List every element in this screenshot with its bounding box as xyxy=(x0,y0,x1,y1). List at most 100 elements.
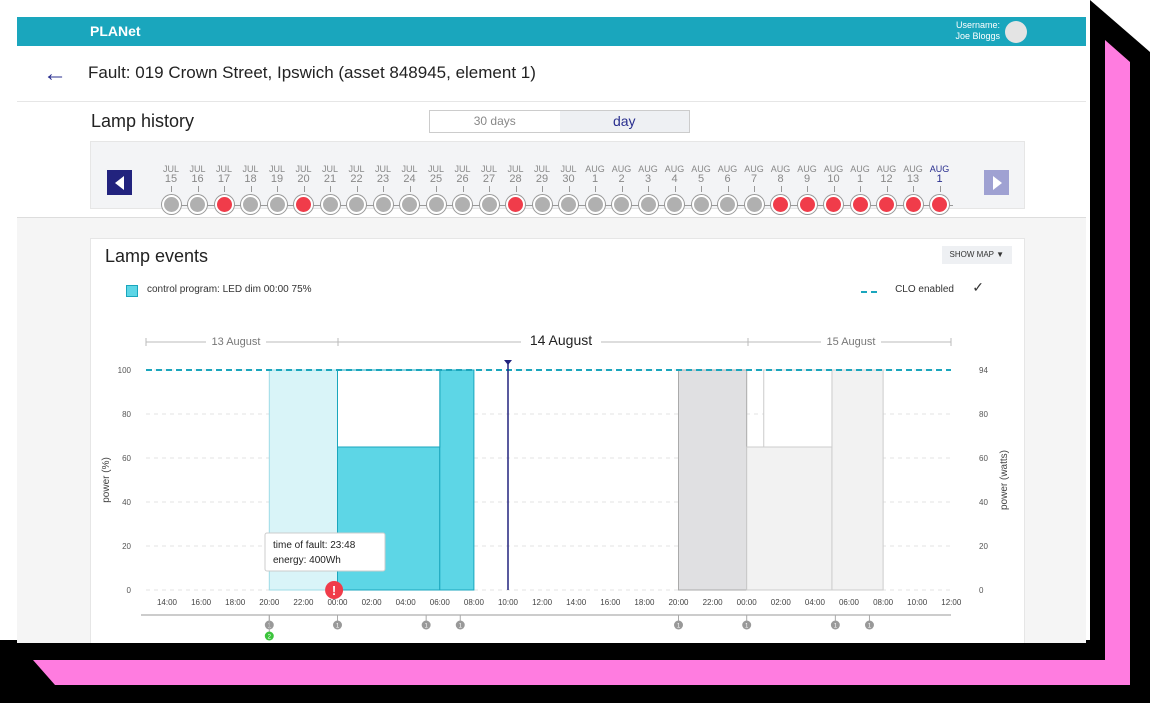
day-tick xyxy=(277,186,278,192)
day-tick xyxy=(674,186,676,192)
x-tick: 02:00 xyxy=(771,598,792,607)
day-status-dot[interactable] xyxy=(267,195,287,214)
day-status-dot[interactable] xyxy=(665,195,684,214)
day-tick xyxy=(621,186,623,192)
date-label: 14 August xyxy=(530,332,592,348)
day-label: JUL 16 xyxy=(189,164,206,185)
check-icon[interactable]: ✓ xyxy=(972,279,984,296)
tooltip-time: time of fault: 23:48 xyxy=(273,540,356,551)
day-tick xyxy=(171,186,172,192)
next-button[interactable] xyxy=(984,170,1009,195)
day-status-dot[interactable] xyxy=(585,195,605,214)
day-status-dot[interactable] xyxy=(426,195,446,214)
app: PLANet Username: Joe Bloggs ← Fault: 019… xyxy=(17,17,1086,643)
y-right-tick: 60 xyxy=(979,454,988,463)
day-status-dot[interactable] xyxy=(453,195,472,214)
day-tick xyxy=(383,186,384,192)
day-status-dot[interactable] xyxy=(347,195,366,214)
day-label: AUG 4 xyxy=(664,164,685,185)
chevron-left-icon xyxy=(115,176,124,190)
y-right-tick: 94 xyxy=(979,366,988,375)
y-left-tick: 100 xyxy=(118,366,132,375)
y-left-tick: 0 xyxy=(127,586,132,595)
day-status-dot[interactable] xyxy=(930,195,949,214)
x-tick: 10:00 xyxy=(498,598,519,607)
username-label: Username: xyxy=(955,20,1000,30)
day-status-dot[interactable] xyxy=(691,195,711,214)
y-left-tick: 40 xyxy=(122,498,131,507)
day-status-dot[interactable] xyxy=(877,195,896,214)
page-title: Fault: 019 Crown Street, Ipswich (asset … xyxy=(88,63,536,82)
day-label: JUL 24 xyxy=(401,164,418,185)
x-tick: 04:00 xyxy=(805,598,826,607)
y-right-tick: 80 xyxy=(979,410,988,419)
day-status-dot[interactable] xyxy=(718,195,737,214)
day-status-dot[interactable] xyxy=(294,195,313,214)
day-status-dot[interactable] xyxy=(744,195,764,214)
day-status-dot[interactable] xyxy=(214,195,234,214)
x-tick: 18:00 xyxy=(225,598,246,607)
day-label: JUL 20 xyxy=(295,164,312,185)
x-tick: 12:00 xyxy=(941,598,962,607)
day-status-dot[interactable] xyxy=(532,195,552,214)
day-status-dot[interactable] xyxy=(188,195,207,214)
x-tick: 16:00 xyxy=(191,598,212,607)
show-map-button[interactable]: SHOW MAP ▼ xyxy=(941,246,1012,264)
day-label: JUL 21 xyxy=(321,164,338,185)
day-label: JUL 30 xyxy=(560,164,577,185)
day-status-dot[interactable] xyxy=(638,195,658,214)
range-toggle: 30 days day xyxy=(429,110,690,133)
x-tick: 22:00 xyxy=(703,598,724,607)
window-frame: PLANet Username: Joe Bloggs ← Fault: 019… xyxy=(0,0,1150,703)
day-label: AUG 10 xyxy=(823,164,844,185)
day-status-dot[interactable] xyxy=(612,195,631,214)
day-tick xyxy=(913,186,914,192)
day-status-dot[interactable] xyxy=(506,195,525,214)
day-tick xyxy=(356,186,358,192)
avatar[interactable] xyxy=(1005,21,1027,43)
day-status-dot[interactable] xyxy=(824,195,843,214)
prev-button[interactable] xyxy=(107,170,132,195)
day-status-dot[interactable] xyxy=(559,195,578,214)
day-tick xyxy=(515,186,517,192)
day-label: JUL 28 xyxy=(507,164,524,185)
day-status-dot[interactable] xyxy=(903,195,923,214)
toggle-day[interactable]: day xyxy=(559,111,689,132)
x-tick: 14:00 xyxy=(566,598,587,607)
day-status-dot[interactable] xyxy=(320,195,340,214)
day-tick xyxy=(250,186,252,192)
top-bar: PLANet Username: Joe Bloggs xyxy=(17,17,1086,46)
brand-logo[interactable]: PLANet xyxy=(90,23,141,39)
back-arrow-icon[interactable]: ← xyxy=(43,60,67,88)
lamp-events-chart: 13 August 14 August 15 August 0 0 20 20 40 40 60 6… xyxy=(101,332,1010,641)
day-status-dot[interactable] xyxy=(850,195,870,214)
x-tick: 16:00 xyxy=(600,598,621,607)
day-label: AUG 1 xyxy=(929,164,950,185)
day-label: AUG 6 xyxy=(717,164,738,185)
day-status-dot[interactable] xyxy=(771,195,790,214)
day-status-dot[interactable] xyxy=(479,195,499,214)
toggle-30-days[interactable]: 30 days xyxy=(430,111,560,132)
day-tick xyxy=(542,186,543,192)
day-label: JUL 22 xyxy=(348,164,365,185)
day-label: JUL 19 xyxy=(268,164,285,185)
chevron-right-icon xyxy=(993,176,1002,190)
day-status-dot[interactable] xyxy=(161,195,181,214)
day-status-dot[interactable] xyxy=(241,195,260,214)
x-tick: 08:00 xyxy=(464,598,485,607)
day-tick xyxy=(833,186,835,192)
day-status-dot[interactable] xyxy=(400,195,419,214)
day-label: JUL 23 xyxy=(374,164,391,185)
y-left-tick: 20 xyxy=(122,542,131,551)
y-right-tick: 20 xyxy=(979,542,988,551)
date-label: 13 August xyxy=(212,336,261,348)
day-label: JUL 26 xyxy=(454,164,471,185)
title-bar: ← Fault: 019 Crown Street, Ipswich (asse… xyxy=(17,46,1086,102)
x-tick: 00:00 xyxy=(327,598,348,607)
day-status-dot[interactable] xyxy=(373,195,393,214)
day-label: AUG 12 xyxy=(876,164,897,185)
day-label: JUL 27 xyxy=(480,164,497,185)
day-status-dot[interactable] xyxy=(797,195,817,214)
x-tick: 08:00 xyxy=(873,598,894,607)
power-block xyxy=(746,446,833,591)
